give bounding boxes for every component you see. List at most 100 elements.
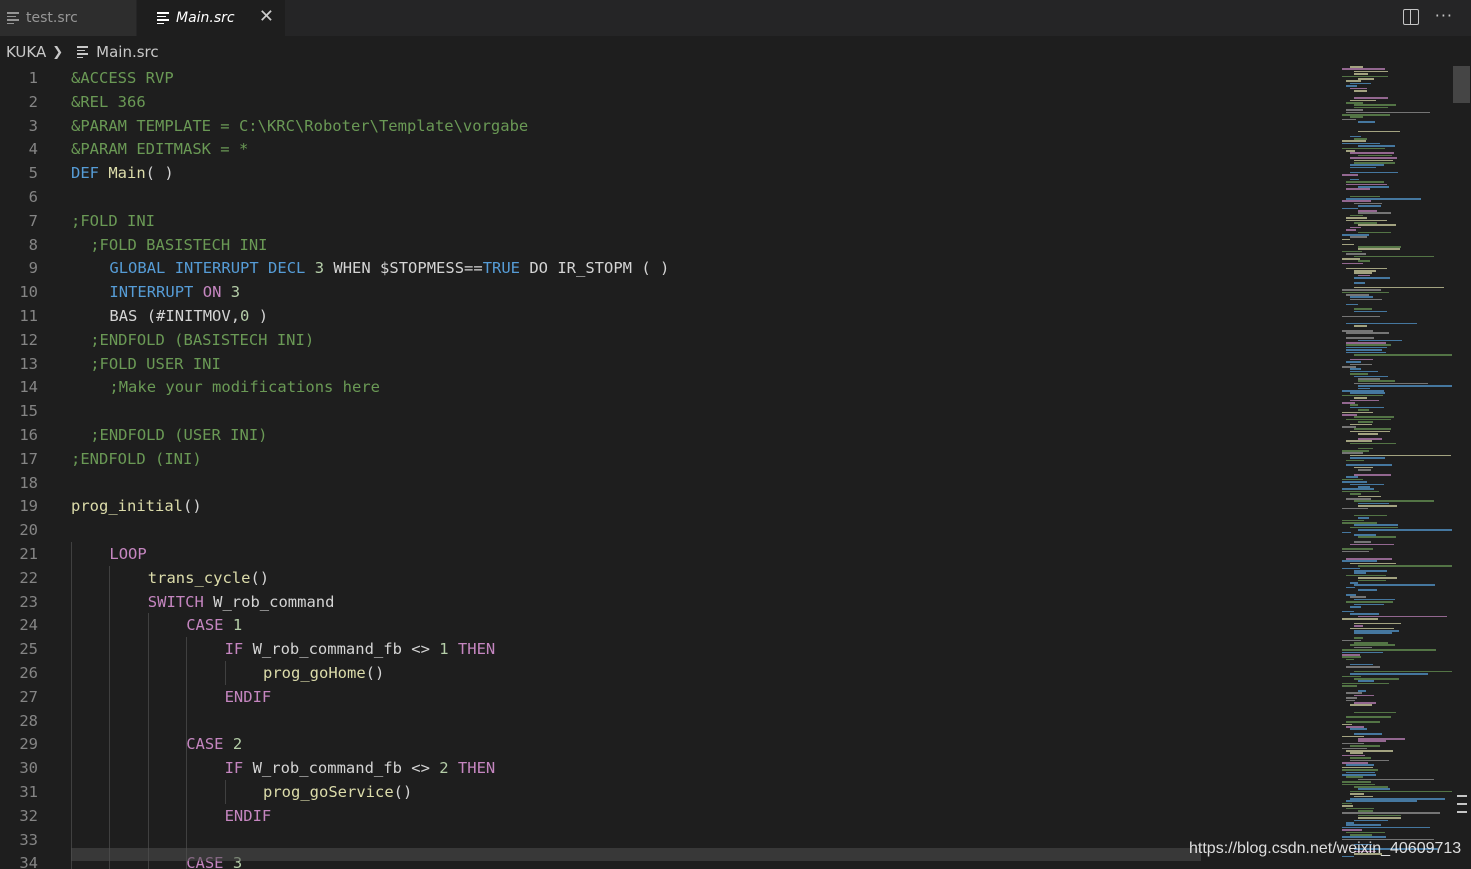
minimap-line [1346, 198, 1422, 200]
minimap-line [1350, 757, 1372, 759]
code-line[interactable]: 3 &PARAM TEMPLATE = C:\KRC\Roboter\Templa… [0, 114, 1340, 138]
code-line[interactable]: 32 ENDIF [0, 804, 1340, 828]
code-token: 3 [230, 283, 241, 302]
line-number: 22 [19, 568, 38, 587]
line-number: 17 [19, 449, 38, 468]
breadcrumb-folder[interactable]: KUKA [6, 43, 46, 61]
close-icon[interactable]: ✕ [259, 7, 274, 27]
minimap-line [1354, 603, 1385, 606]
code-editor[interactable]: 1 &ACCESS RVP 2 &REL 366 3 &PARAM TEMPLATE = … [0, 66, 1340, 869]
minimap-line [1346, 342, 1386, 344]
code-line[interactable]: 29 CASE 2 [0, 732, 1340, 756]
code-line[interactable]: 4 &PARAM EDITMASK = * [0, 137, 1340, 161]
minimap-line [1342, 174, 1358, 176]
minimap-line [1342, 289, 1382, 291]
minimap-line [1354, 106, 1388, 109]
tab-main-src[interactable]: Main.src ✕ [137, 0, 285, 36]
code-line[interactable]: 15 [0, 399, 1340, 423]
minimap-line [1358, 205, 1382, 207]
minimap-line [1354, 310, 1388, 313]
line-number: 33 [19, 830, 38, 849]
more-actions-icon[interactable]: ··· [1435, 6, 1453, 26]
minimap-line [1350, 368, 1362, 370]
minimap-line [1346, 824, 1381, 826]
line-number: 11 [19, 307, 38, 325]
code-text: DEF Main( ) [71, 161, 174, 185]
indent-guide [71, 542, 72, 869]
code-line[interactable]: 9 GLOBAL INTERRUPT DECL 3 WHEN $STOPMESS=… [0, 256, 1340, 280]
code-line[interactable]: 10 INTERRUPT ON 3 [0, 280, 1340, 304]
minimap-line [1358, 486, 1370, 488]
code-line[interactable]: 6 [0, 185, 1340, 209]
horizontal-scrollbar-thumb[interactable] [71, 848, 1201, 861]
code-text: CASE 1 [186, 613, 242, 637]
code-line[interactable]: 22 trans_cycle() [0, 566, 1340, 590]
code-token: ;ENDFOLD (BASISTECH INI) [90, 330, 315, 349]
code-line[interactable]: 13 ;FOLD USER INI [0, 352, 1340, 376]
code-line[interactable]: 16 ;ENDFOLD (USER INI) [0, 423, 1340, 447]
code-line[interactable]: 24 CASE 1 [0, 613, 1340, 637]
code-line[interactable]: 28 [0, 709, 1340, 733]
code-line[interactable]: 11 BAS (#INITMOV,0 ) [0, 304, 1340, 328]
minimap-line [1354, 308, 1372, 310]
minimap-line [1350, 454, 1451, 457]
line-number: 23 [19, 592, 38, 611]
code-line[interactable]: 21 LOOP [0, 542, 1340, 566]
code-line[interactable]: 23 SWITCH W_rob_command [0, 590, 1340, 614]
minimap-line [1342, 766, 1374, 769]
code-line[interactable]: 30 IF W_rob_command_fb <> 2 THEN [0, 756, 1340, 780]
code-token: THEN [457, 640, 496, 659]
minimap-line [1354, 694, 1375, 697]
code-line[interactable]: 7 ;FOLD INI [0, 209, 1340, 233]
minimap-line [1342, 682, 1389, 685]
tab-label: Main.src [176, 10, 235, 26]
minimap-line [1350, 66, 1363, 68]
code-line[interactable]: 25 IF W_rob_command_fb <> 1 THEN [0, 637, 1340, 661]
line-number: 8 [28, 235, 38, 254]
minimap-line [1342, 531, 1351, 534]
split-editor-icon[interactable] [1402, 9, 1419, 25]
file-lines-icon [157, 10, 169, 26]
minimap-line [1350, 404, 1359, 406]
minimap-line [1342, 200, 1372, 202]
minimap-line [1342, 238, 1350, 241]
minimap-line [1350, 483, 1385, 486]
code-line[interactable]: 26 prog_goHome() [0, 661, 1340, 685]
minimap-line [1350, 296, 1374, 298]
code-line[interactable]: 31 prog_goService() [0, 780, 1340, 804]
vertical-scrollbar-thumb[interactable] [1453, 66, 1470, 103]
minimap-line [1354, 375, 1389, 378]
code-line[interactable]: 5 DEF Main( ) [0, 161, 1340, 185]
minimap-line [1346, 229, 1357, 231]
code-line[interactable]: 18 [0, 471, 1340, 495]
minimap-line [1354, 474, 1391, 476]
minimap-line [1350, 87, 1368, 90]
minimap-line [1358, 680, 1374, 682]
minimap-line [1342, 207, 1359, 210]
minimap-line [1358, 154, 1393, 157]
code-line[interactable]: 8 ;FOLD BASISTECH INI [0, 233, 1340, 257]
breadcrumb-file[interactable]: Main.src [96, 43, 158, 61]
minimap-line [1342, 258, 1361, 260]
code-line[interactable]: 14 ;Make your modifications here [0, 375, 1340, 399]
line-number: 3 [28, 116, 38, 135]
code-line[interactable]: 12 ;ENDFOLD (BASISTECH INI) [0, 328, 1340, 352]
code-line[interactable]: 1 &ACCESS RVP [0, 66, 1340, 90]
minimap-line [1342, 330, 1373, 332]
code-text: ;FOLD BASISTECH INI [90, 233, 267, 257]
code-line[interactable]: 19 prog_initial() [0, 494, 1340, 518]
indent-guide [109, 565, 111, 869]
code-token: W_rob_command [203, 592, 335, 611]
code-line[interactable]: 27 ENDIF [0, 685, 1340, 709]
tab-test-src[interactable]: test.src [0, 0, 136, 36]
minimap-line [1342, 522, 1377, 524]
code-line[interactable]: 20 [0, 518, 1340, 542]
minimap-line [1354, 282, 1365, 284]
minimap-line [1350, 798, 1446, 800]
code-line[interactable]: 2 &REL 366 [0, 90, 1340, 114]
minimap-line [1354, 514, 1388, 517]
code-line[interactable]: 17 ;ENDFOLD (INI) [0, 447, 1340, 471]
minimap[interactable] [1340, 66, 1452, 861]
